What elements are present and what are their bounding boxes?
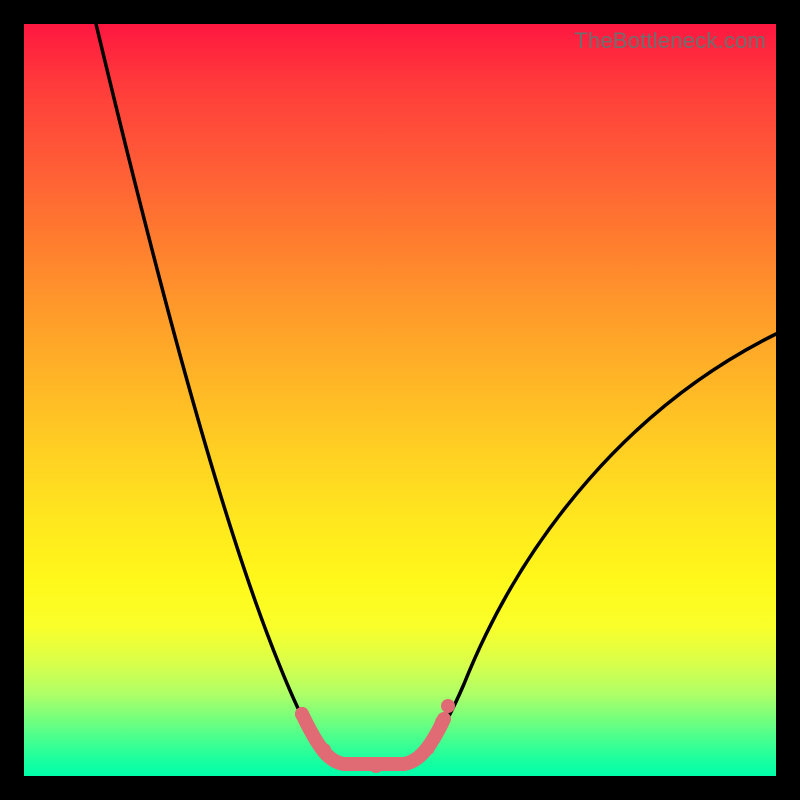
curve-black-path xyxy=(96,24,776,764)
highlight-dot-icon xyxy=(397,757,411,771)
highlight-dot-icon xyxy=(295,707,309,721)
highlight-dot-icon xyxy=(369,759,383,773)
bottleneck-curve xyxy=(24,24,776,776)
highlight-dot-icon xyxy=(441,699,455,713)
highlight-dot-icon xyxy=(435,715,449,729)
highlight-dot-icon xyxy=(317,743,331,757)
chart-plot-area: TheBottleneck.com xyxy=(24,24,776,776)
chart-frame: TheBottleneck.com xyxy=(0,0,800,800)
highlight-dot-icon xyxy=(421,741,435,755)
highlight-dot-icon xyxy=(339,757,353,771)
